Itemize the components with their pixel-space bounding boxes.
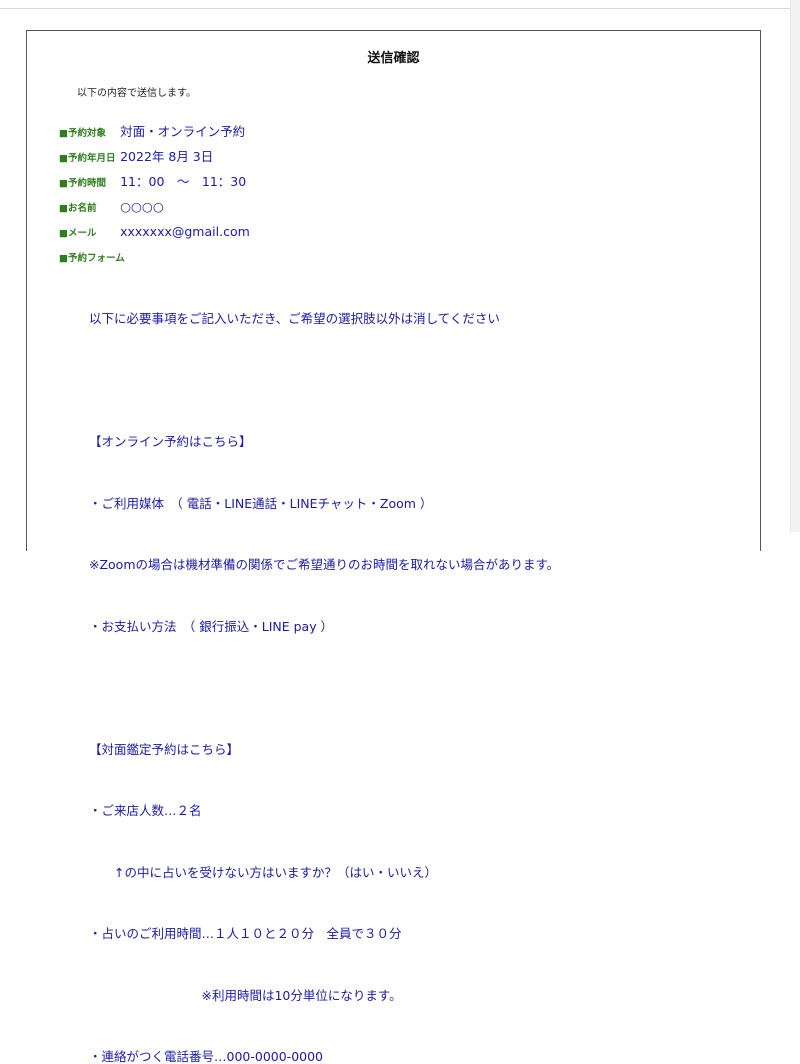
field-value: ○○○○ bbox=[120, 199, 164, 214]
field-reservation-time: ■予約時間 11：00 ～ 11：30 bbox=[59, 171, 246, 190]
form-body-line: 以下に必要事項をご記入いただき、ご希望の選択肢以外は消してください bbox=[89, 311, 500, 326]
field-value: 11：00 ～ 11：30 bbox=[120, 174, 247, 189]
form-body-line: ・占いのご利用時間…１人１０と２０分 全員で３０分 bbox=[89, 926, 402, 941]
intro-text: 以下の内容で送信します。 bbox=[77, 88, 196, 99]
form-body-line: ・連絡がつく電話番号…000-0000-0000 bbox=[89, 1049, 324, 1064]
field-email: ■メール xxxxxxx@gmail.com bbox=[59, 221, 250, 240]
field-label: ■予約年月日 bbox=[59, 153, 116, 164]
form-body-line: ・お支払い方法 （ 銀行振込・LINE pay ） bbox=[89, 618, 334, 634]
form-body-line bbox=[89, 678, 559, 699]
field-label: ■お名前 bbox=[59, 203, 97, 214]
reservation-form-body: 以下に必要事項をご記入いただき、ご希望の選択肢以外は消してください 【オンライン… bbox=[89, 268, 559, 1064]
field-label: ■予約時間 bbox=[59, 178, 106, 189]
form-body-line bbox=[89, 371, 559, 392]
form-body-line: 【オンライン予約はこちら】 bbox=[89, 434, 252, 449]
form-body-line: 【対面鑑定予約はこちら】 bbox=[89, 741, 240, 757]
form-body-line: ※利用時間は10分単位になります。 bbox=[89, 987, 402, 1003]
field-value: xxxxxxx@gmail.com bbox=[120, 224, 250, 239]
field-label: ■予約対象 bbox=[59, 128, 106, 139]
field-label: ■メール bbox=[59, 228, 97, 239]
field-reservation-form: ■予約フォーム bbox=[59, 246, 125, 265]
field-reservation-date: ■予約年月日 2022年 8月 3日 bbox=[59, 146, 213, 165]
field-value: 2022年 8月 3日 bbox=[120, 149, 214, 164]
field-reservation-type: ■予約対象 対面・オンライン予約 bbox=[59, 121, 245, 140]
form-body-line: ・ご利用媒体 （ 電話・LINE通話・LINEチャット・Zoom ） bbox=[89, 495, 433, 511]
form-body-line: ※Zoomの場合は機材準備の関係でご希望通りのお時間を取れない場合があります。 bbox=[89, 557, 560, 572]
form-body-line: ↑の中に占いを受けない方はいますか？（はい・いいえ） bbox=[89, 864, 437, 880]
vertical-scrollbar[interactable] bbox=[790, 0, 800, 532]
field-value: 対面・オンライン予約 bbox=[120, 124, 246, 139]
page-title: 送信確認 bbox=[367, 51, 420, 66]
browser-top-edge bbox=[0, 0, 800, 9]
field-label: ■予約フォーム bbox=[59, 253, 125, 264]
form-body-line: ・ご来店人数…２名 bbox=[89, 803, 202, 818]
field-name: ■お名前 ○○○○ bbox=[59, 196, 164, 215]
